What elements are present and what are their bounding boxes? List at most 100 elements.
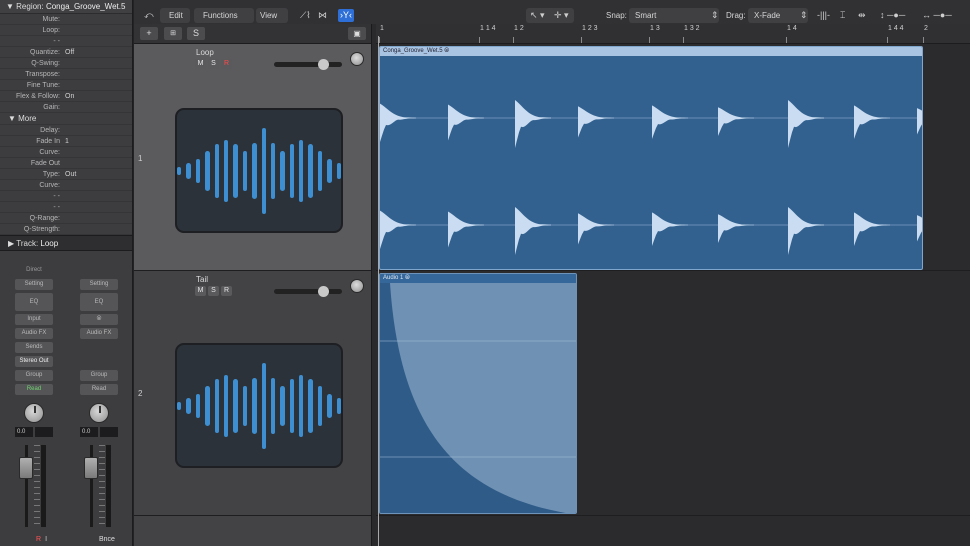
more-param-row[interactable]: - - bbox=[0, 202, 132, 213]
track-header-toolbar: + ⊞ S ▣ bbox=[134, 24, 371, 44]
volume-fader[interactable] bbox=[79, 445, 119, 533]
automation-mode[interactable]: Read bbox=[80, 384, 118, 395]
setting-button[interactable]: Setting bbox=[15, 279, 53, 290]
region-param-row[interactable]: Transpose: bbox=[0, 69, 132, 80]
group-slot[interactable]: Group bbox=[15, 370, 53, 381]
waveform-display bbox=[380, 100, 922, 255]
more-param-row[interactable]: Fade Out bbox=[0, 158, 132, 169]
more-param-row[interactable]: - - bbox=[0, 191, 132, 202]
group-slot[interactable]: Group bbox=[80, 370, 118, 381]
waveform-track-icon bbox=[175, 343, 343, 468]
more-param-row[interactable]: Curve: bbox=[0, 147, 132, 158]
mute-button[interactable]: M bbox=[195, 59, 206, 69]
param-value[interactable]: Out bbox=[65, 171, 76, 178]
ruler-tick-label: 1 3 bbox=[650, 25, 660, 32]
marquee-tool-icon[interactable]: ✛ ▾ bbox=[554, 9, 569, 22]
more-param-row[interactable]: Fade In 1 bbox=[0, 136, 132, 147]
region-param-row[interactable]: Loop: bbox=[0, 25, 132, 36]
track-name[interactable]: Loop bbox=[196, 48, 214, 57]
waveform-zoom-icon[interactable]: -|||- bbox=[817, 9, 830, 22]
record-button[interactable]: R bbox=[221, 286, 232, 296]
duplicate-track-icon[interactable]: ⊞ bbox=[164, 27, 182, 40]
audio-region-conga[interactable]: Conga_Groove_Wet.5 ⦾ bbox=[379, 46, 923, 270]
setting-button[interactable]: Setting bbox=[80, 279, 118, 290]
eq-button[interactable]: EQ bbox=[15, 293, 53, 311]
region-param-row[interactable]: Fine Tune: bbox=[0, 80, 132, 91]
more-param-row[interactable]: Q-Range: bbox=[0, 213, 132, 224]
track-volume-slider[interactable] bbox=[274, 59, 342, 70]
edit-menu[interactable]: Edit bbox=[169, 9, 183, 22]
functions-menu[interactable]: Functions bbox=[203, 9, 238, 22]
mute-button[interactable]: M bbox=[195, 286, 206, 296]
link-icon[interactable]: ⦾ bbox=[80, 314, 118, 325]
track-volume-slider[interactable] bbox=[274, 286, 342, 297]
catch-playhead-icon[interactable]: ›Y‹ bbox=[338, 9, 354, 22]
record-button[interactable]: R bbox=[221, 59, 232, 69]
fade-curve bbox=[380, 283, 576, 513]
more-param-row[interactable]: Curve: bbox=[0, 180, 132, 191]
track-pan-knob[interactable] bbox=[350, 52, 364, 66]
pan-knob[interactable] bbox=[24, 403, 44, 423]
view-menu[interactable]: View bbox=[260, 9, 277, 22]
track-number: 2 bbox=[138, 389, 143, 398]
region-inspector-header[interactable]: ▼ Region: Conga_Groove_Wet.5 bbox=[0, 0, 132, 14]
record-enable-button[interactable]: R bbox=[36, 536, 41, 543]
param-value[interactable]: 1 bbox=[65, 138, 69, 145]
volume-readout: 0.0 bbox=[75, 427, 123, 437]
vertical-zoom-slider-icon[interactable]: ↕ ─●─ bbox=[880, 9, 905, 22]
volume-fader[interactable] bbox=[14, 445, 54, 533]
playhead[interactable] bbox=[378, 36, 379, 546]
input-slot[interactable]: Input bbox=[15, 314, 53, 325]
automation-mode[interactable]: Read bbox=[15, 384, 53, 395]
region-param-row[interactable]: Flex & Follow: On bbox=[0, 91, 132, 102]
solo-button[interactable]: S bbox=[208, 59, 219, 69]
audio-fx-slot[interactable]: Audio FX bbox=[80, 328, 118, 339]
pan-knob[interactable] bbox=[89, 403, 109, 423]
param-value[interactable]: On bbox=[65, 93, 74, 100]
track-header-tail[interactable]: 2 Tail M S R bbox=[134, 271, 371, 516]
param-label: Q-Strength: bbox=[23, 226, 60, 233]
track-pan-knob[interactable] bbox=[350, 279, 364, 293]
region-param-row[interactable]: - - bbox=[0, 36, 132, 47]
drag-dropdown[interactable]: X-Fade bbox=[754, 9, 780, 22]
ruler-tick-label: 1 2 3 bbox=[582, 25, 598, 32]
back-arrow-icon[interactable]: ⤺ bbox=[144, 9, 154, 22]
ruler-tick-label: 1 4 bbox=[787, 25, 797, 32]
solo-button[interactable]: S bbox=[208, 286, 219, 296]
add-track-button[interactable]: + bbox=[140, 27, 158, 40]
inspector-panel: ▼ Region: Conga_Groove_Wet.5 Mute: Loop: -… bbox=[0, 0, 133, 546]
timeline-ruler[interactable]: 1 1 1 4 1 2 1 2 3 1 3 1 3 2 1 4 1 4 4 2 bbox=[376, 24, 970, 44]
fader-cap[interactable] bbox=[84, 457, 98, 479]
flex-icon[interactable]: ⋈ bbox=[318, 9, 327, 22]
loop-link-icon: ⦾ bbox=[405, 275, 410, 281]
pointer-tool-icon[interactable]: ↖ ▾ bbox=[530, 9, 545, 22]
sends-slot[interactable]: Sends bbox=[15, 342, 53, 353]
vertical-zoom-icon[interactable]: ⌶ bbox=[840, 9, 845, 22]
audio-fx-slot[interactable]: Audio FX bbox=[15, 328, 53, 339]
horizontal-zoom-slider-icon[interactable]: ↔ ─●─ bbox=[922, 9, 952, 22]
track-header-loop[interactable]: 1 Loop M S R bbox=[134, 44, 371, 271]
automation-curve-icon[interactable]: ⟋⌇ bbox=[300, 9, 311, 22]
more-param-row[interactable]: Delay: bbox=[0, 125, 132, 136]
region-param-row[interactable]: Mute: bbox=[0, 14, 132, 25]
horizontal-fit-icon[interactable]: ⇹ bbox=[858, 9, 866, 22]
fader-cap[interactable] bbox=[19, 457, 33, 479]
eq-button[interactable]: EQ bbox=[80, 293, 118, 311]
calendar-icon[interactable]: ▣ bbox=[348, 27, 366, 40]
param-label: Mute: bbox=[42, 16, 60, 23]
region-param-row[interactable]: Q-Swing: bbox=[0, 58, 132, 69]
track-inspector-header[interactable]: ▶ Track: Loop bbox=[0, 235, 132, 251]
audio-region-audio1[interactable]: Audio 1 ⦾ bbox=[379, 273, 577, 514]
region-param-row[interactable]: Gain: bbox=[0, 102, 132, 113]
more-section-header[interactable]: ▼ More bbox=[0, 113, 132, 125]
more-param-row[interactable]: Type: Out bbox=[0, 169, 132, 180]
param-label: Loop: bbox=[42, 27, 60, 34]
more-param-row[interactable]: Q-Strength: bbox=[0, 224, 132, 235]
param-value[interactable]: Off bbox=[65, 49, 74, 56]
input-monitor-button[interactable]: I bbox=[45, 536, 47, 543]
snap-dropdown[interactable]: Smart bbox=[635, 9, 656, 22]
track-name[interactable]: Tail bbox=[196, 275, 208, 284]
global-solo-button[interactable]: S bbox=[187, 27, 205, 40]
output-slot[interactable]: Stereo Out bbox=[15, 356, 53, 367]
region-param-row[interactable]: Quantize: Off bbox=[0, 47, 132, 58]
